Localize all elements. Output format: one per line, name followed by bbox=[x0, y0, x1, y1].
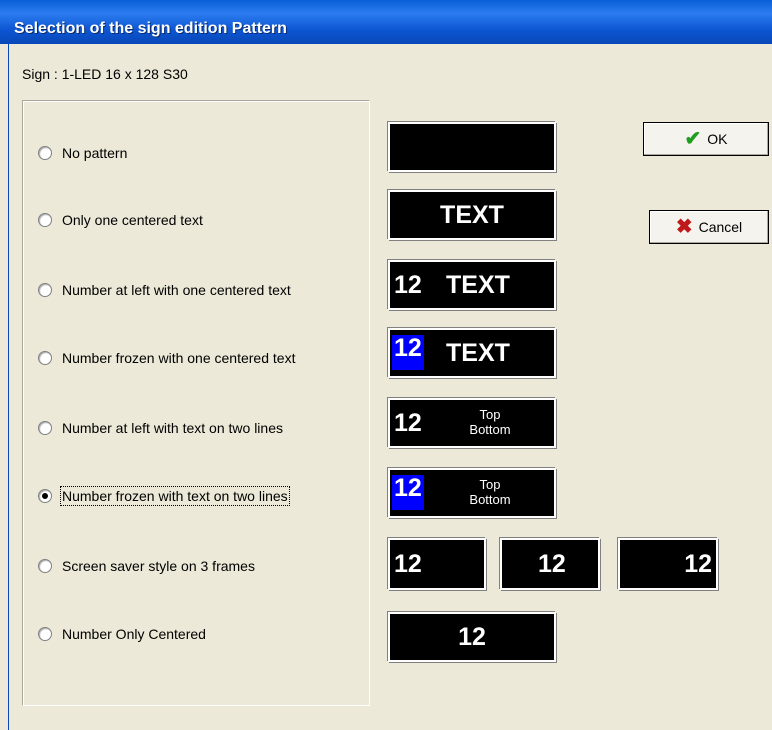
preview-number: 12 bbox=[394, 409, 422, 437]
window-title: Selection of the sign edition Pattern bbox=[14, 20, 287, 37]
option-no-pattern[interactable]: No pattern bbox=[38, 145, 127, 161]
preview-number-only-centered[interactable]: 12 bbox=[388, 612, 556, 662]
preview-number-frozen-centered-text[interactable]: 12 TEXT bbox=[388, 328, 556, 378]
option-label: Number at left with one centered text bbox=[62, 282, 291, 298]
preview-number-frozen: 12 bbox=[392, 335, 424, 370]
radio-button[interactable] bbox=[38, 351, 52, 365]
preview-number: 12 bbox=[538, 550, 566, 578]
pattern-options-group bbox=[22, 100, 370, 706]
preview-number-frozen: 12 bbox=[392, 475, 424, 510]
option-label: No pattern bbox=[62, 145, 128, 161]
preview-two-lines: Top Bottom bbox=[430, 407, 550, 437]
option-label: Screen saver style on 3 frames bbox=[62, 558, 255, 574]
cancel-button-label: Cancel bbox=[698, 219, 743, 235]
option-one-centered-text[interactable]: Only one centered text bbox=[38, 212, 203, 228]
option-label: Number frozen with text on two lines bbox=[60, 486, 290, 506]
preview-screensaver-frame-3[interactable]: 12 bbox=[618, 538, 718, 590]
preview-bottom-line: Bottom bbox=[469, 422, 511, 437]
title-bar[interactable]: Selection of the sign edition Pattern bbox=[0, 0, 772, 44]
option-label: Number Only Centered bbox=[62, 626, 206, 642]
option-number-left-centered-text[interactable]: Number at left with one centered text bbox=[38, 282, 291, 298]
ok-button[interactable]: ✔ OK bbox=[643, 122, 769, 156]
preview-text: TEXT bbox=[440, 201, 504, 229]
option-label: Number frozen with one centered text bbox=[62, 350, 296, 366]
option-number-left-two-lines[interactable]: Number at left with text on two lines bbox=[38, 420, 283, 436]
preview-screensaver-frame-1[interactable]: 12 bbox=[388, 538, 486, 590]
preview-top-line: Top bbox=[479, 477, 501, 492]
sign-label: Sign : 1-LED 16 x 128 S30 bbox=[22, 66, 188, 82]
preview-bottom-line: Bottom bbox=[469, 492, 511, 507]
radio-button[interactable] bbox=[38, 213, 52, 227]
preview-two-lines: Top Bottom bbox=[430, 477, 550, 507]
x-icon: ✖ bbox=[675, 216, 693, 238]
preview-text: TEXT bbox=[446, 271, 510, 299]
preview-one-centered-text[interactable]: TEXT bbox=[388, 190, 556, 240]
preview-screensaver-frame-2[interactable]: 12 bbox=[500, 538, 600, 590]
preview-no-pattern[interactable] bbox=[388, 122, 556, 172]
preview-number-left-centered-text[interactable]: 12 TEXT bbox=[388, 260, 556, 310]
preview-number: 12 bbox=[458, 623, 486, 651]
radio-button[interactable] bbox=[38, 421, 52, 435]
checkmark-icon: ✔ bbox=[684, 128, 702, 150]
option-number-frozen-two-lines[interactable]: Number frozen with text on two lines bbox=[38, 486, 290, 506]
option-number-frozen-centered-text[interactable]: Number frozen with one centered text bbox=[38, 350, 295, 366]
preview-number: 12 bbox=[394, 271, 422, 299]
radio-button[interactable] bbox=[38, 146, 52, 160]
preview-top-line: Top bbox=[479, 407, 501, 422]
cancel-button[interactable]: ✖ Cancel bbox=[649, 210, 769, 244]
ok-button-label: OK bbox=[707, 131, 728, 147]
option-number-only-centered[interactable]: Number Only Centered bbox=[38, 626, 206, 642]
preview-number: 12 bbox=[684, 550, 712, 578]
radio-button[interactable] bbox=[38, 627, 52, 641]
preview-number: 12 bbox=[394, 550, 422, 578]
radio-button[interactable] bbox=[38, 283, 52, 297]
option-label: Number at left with text on two lines bbox=[62, 420, 283, 436]
preview-number-left-two-lines[interactable]: 12 Top Bottom bbox=[388, 398, 556, 448]
radio-button-selected[interactable] bbox=[38, 489, 52, 503]
option-screen-saver-3-frames[interactable]: Screen saver style on 3 frames bbox=[38, 558, 255, 574]
preview-text: TEXT bbox=[446, 339, 510, 367]
preview-number-frozen-two-lines[interactable]: 12 Top Bottom bbox=[388, 468, 556, 518]
option-label: Only one centered text bbox=[62, 212, 203, 228]
radio-button[interactable] bbox=[38, 559, 52, 573]
